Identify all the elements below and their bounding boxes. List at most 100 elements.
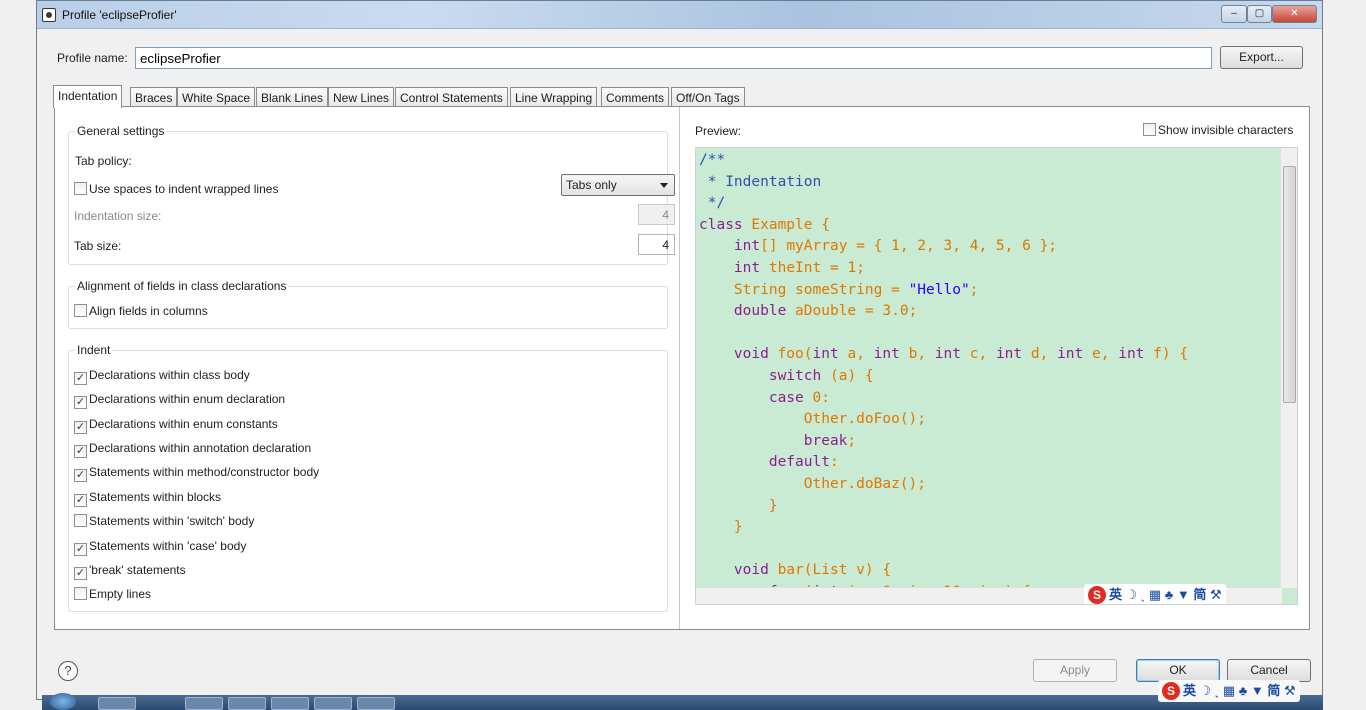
checkbox-box: ✓ <box>74 372 87 385</box>
preview-code-area[interactable]: /** * Indentation */ class Example { int[… <box>695 147 1298 605</box>
code-line: break; <box>803 432 857 449</box>
indentation-size-field[interactable]: 4 <box>638 204 675 225</box>
ime-toolbar-tray[interactable]: S英 ☽ ˎ ▦ ♣ ▼ 简 ⚒ <box>1158 680 1300 702</box>
chevron-down-icon <box>660 183 668 188</box>
indent-option-label: Empty lines <box>89 587 152 601</box>
indent-option-checkbox[interactable]: ✓ Declarations within class body <box>74 368 250 385</box>
sogou-logo-icon: S <box>1162 682 1180 700</box>
tab-policy-value: Tabs only <box>566 178 617 192</box>
indentation-size-label: Indentation size: <box>74 209 162 223</box>
vertical-scrollbar[interactable] <box>1280 148 1297 588</box>
indent-option-label: 'break' statements <box>89 563 186 577</box>
show-invisible-label: Show invisible characters <box>1158 123 1294 137</box>
checkbox-box: ✓ <box>74 543 87 556</box>
indent-option-checkbox[interactable]: ✓ Declarations within enum declaration <box>74 392 285 409</box>
taskbar-app[interactable] <box>228 697 266 710</box>
tab-white-space[interactable]: White Space <box>177 87 256 108</box>
title-bar[interactable]: Profile 'eclipseProfier' – ▢ ✕ <box>37 1 1322 29</box>
desktop-right-edge <box>1323 0 1366 710</box>
indent-option-checkbox[interactable]: ✓ Statements within method/constructor bo… <box>74 465 319 482</box>
indent-option-checkbox[interactable]: Statements within 'switch' body <box>74 514 254 528</box>
align-fields-checkbox[interactable]: Align fields in columns <box>74 304 208 318</box>
tab-control-statements[interactable]: Control Statements <box>395 87 508 108</box>
cancel-button[interactable]: Cancel <box>1227 659 1311 682</box>
tab-size-field[interactable]: 4 <box>638 234 675 255</box>
checkbox-box: ✓ <box>74 567 87 580</box>
tab-comments[interactable]: Comments <box>601 87 670 108</box>
use-spaces-label: Use spaces to indent wrapped lines <box>89 182 279 196</box>
tab-policy-label: Tab policy: <box>75 154 132 168</box>
ime-toolbar[interactable]: S英 ☽ ˎ ▦ ♣ ▼ 简 ⚒ <box>1084 584 1226 604</box>
taskbar-app[interactable] <box>357 697 395 710</box>
export-button[interactable]: Export... <box>1220 46 1303 69</box>
panel-divider <box>679 107 680 629</box>
window-title: Profile 'eclipseProfier' <box>62 8 177 22</box>
tab-line-wrapping[interactable]: Line Wrapping <box>510 87 598 108</box>
indent-option-label: Statements within 'switch' body <box>89 514 255 528</box>
tab-indentation[interactable]: Indentation <box>53 85 123 108</box>
profile-name-input[interactable] <box>135 47 1212 69</box>
scrollbar-thumb[interactable] <box>1283 166 1296 403</box>
checkbox-box: ✓ <box>74 445 87 458</box>
help-icon[interactable]: ? <box>58 661 78 681</box>
ok-button[interactable]: OK <box>1136 659 1220 682</box>
indent-option-checkbox[interactable]: ✓'break' statements <box>74 563 186 580</box>
code-line: /** <box>699 152 726 168</box>
align-fields-label: Align fields in columns <box>89 304 208 318</box>
indent-option-label: Declarations within enum declaration <box>89 392 286 406</box>
code-line: double aDouble = 3.0; <box>733 303 918 320</box>
tab-policy-select[interactable]: Tabs only <box>561 174 675 196</box>
checkbox-box <box>74 587 87 600</box>
indent-group: Indent ✓ Declarations within class body ✓… <box>68 343 668 612</box>
checkbox-box <box>74 182 87 195</box>
code-line: switch (a) { <box>768 367 874 384</box>
taskbar <box>42 693 1323 710</box>
start-button[interactable] <box>50 693 76 710</box>
code-line: Other.doBaz(); <box>803 475 927 492</box>
tab-braces[interactable]: Braces <box>130 87 178 108</box>
code-line: * Indentation <box>699 173 822 190</box>
indent-option-checkbox[interactable]: ✓ Declarations within annotation declarat… <box>74 441 311 458</box>
general-settings-title: General settings <box>75 124 167 138</box>
indent-option-label: Declarations within class body <box>89 368 250 382</box>
code-line: void bar(List v) { <box>733 562 892 579</box>
indent-option-checkbox[interactable]: ✓ Statements within 'case' body <box>74 539 246 556</box>
tab-off-on-tags[interactable]: Off/On Tags <box>671 87 745 108</box>
indent-title: Indent <box>75 343 113 357</box>
code-line: } <box>699 497 778 514</box>
profile-dialog: Profile 'eclipseProfier' – ▢ ✕ Profile n… <box>36 0 1323 700</box>
tab-new-lines[interactable]: New Lines <box>328 87 395 108</box>
taskbar-app[interactable] <box>271 697 309 710</box>
maximize-button[interactable]: ▢ <box>1247 5 1272 23</box>
show-invisible-checkbox[interactable]: Show invisible characters <box>1143 123 1293 137</box>
alignment-group: Alignment of fields in class declaration… <box>68 279 668 329</box>
code-line: */ <box>699 195 726 212</box>
alignment-title: Alignment of fields in class declaration… <box>75 279 289 293</box>
indent-option-label: Statements within method/constructor bod… <box>89 465 320 479</box>
taskbar-app[interactable] <box>314 697 352 710</box>
indent-option-label: Declarations within enum constants <box>89 417 278 431</box>
indent-option-checkbox[interactable]: ✓ Declarations within enum constants <box>74 417 278 434</box>
indent-option-checkbox[interactable]: ✓ Statements within blocks <box>74 490 221 507</box>
code-line: default: <box>768 454 839 471</box>
checkbox-box: ✓ <box>74 494 87 507</box>
general-settings-group: General settings Tab policy: Tabs only U… <box>68 124 675 265</box>
indent-option-label: Statements within 'case' body <box>89 539 247 553</box>
taskbar-app[interactable] <box>98 697 136 710</box>
code-line: class Example { <box>699 216 830 233</box>
use-spaces-checkbox[interactable]: Use spaces to indent wrapped lines <box>74 182 278 196</box>
tab-blank-lines[interactable]: Blank Lines <box>256 87 329 108</box>
preview-label: Preview: <box>695 124 742 138</box>
checkbox-box <box>1143 123 1156 136</box>
apply-button[interactable]: Apply <box>1033 659 1117 682</box>
taskbar-app[interactable] <box>185 697 223 710</box>
indentation-panel: General settings Tab policy: Tabs only U… <box>54 106 1310 630</box>
close-button[interactable]: ✕ <box>1272 5 1317 23</box>
code-line: int[] myArray = { 1, 2, 3, 4, 5, 6 }; <box>733 238 1058 255</box>
minimize-button[interactable]: – <box>1221 5 1247 23</box>
tab-size-label: Tab size: <box>74 239 122 253</box>
indent-option-checkbox[interactable]: Empty lines <box>74 587 151 601</box>
checkbox-box: ✓ <box>74 421 87 434</box>
indent-option-label: Statements within blocks <box>89 490 222 504</box>
